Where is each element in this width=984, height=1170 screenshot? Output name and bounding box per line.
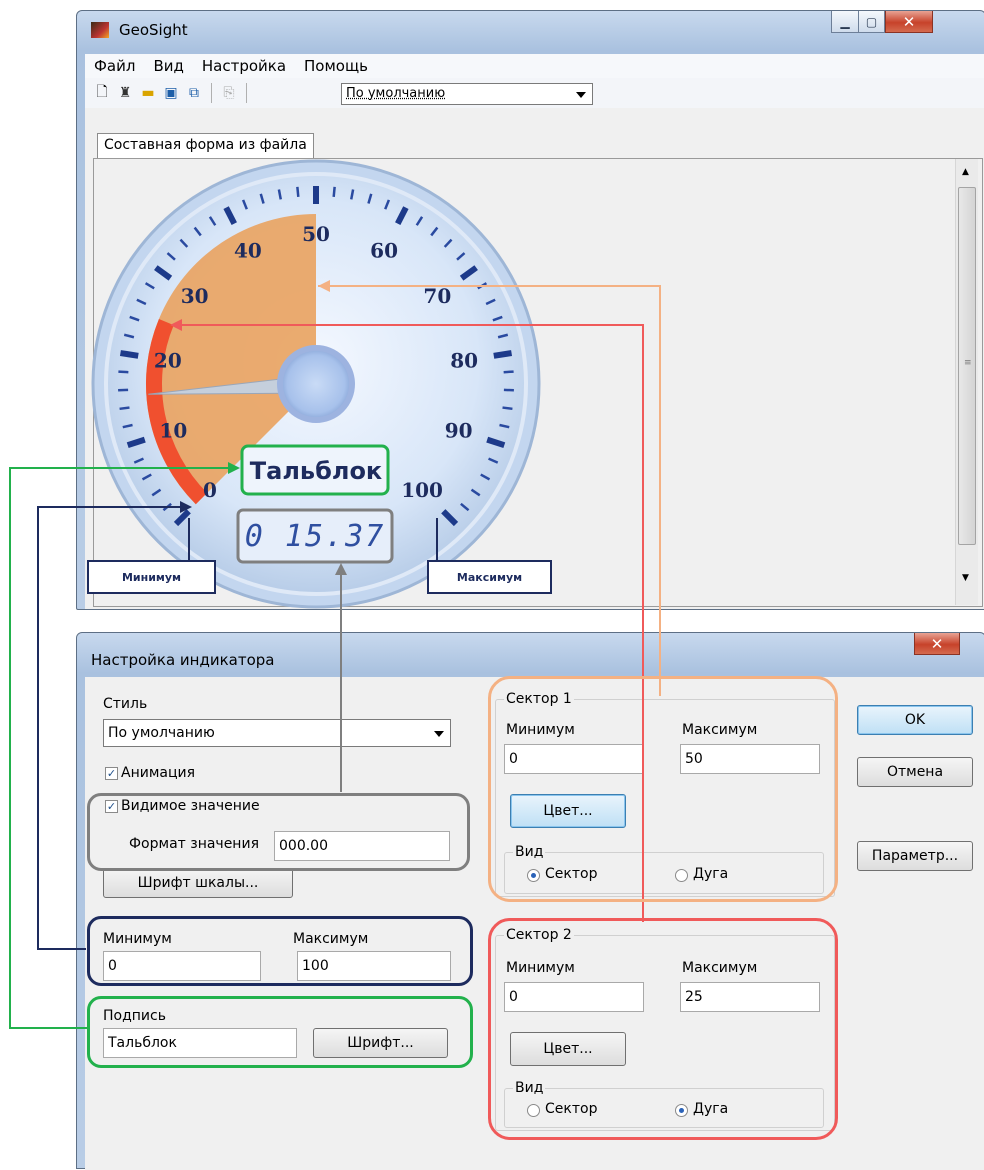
gauge-tick-label: 20 <box>154 349 182 373</box>
gauge-minor-tick <box>120 408 130 409</box>
gauge-tick-label: 50 <box>302 222 330 246</box>
caption-annotation <box>87 996 473 1068</box>
gauge-caption: Тальблок <box>250 457 382 485</box>
minmax-annotation <box>87 916 473 986</box>
gauge-tick-label: 70 <box>423 284 451 308</box>
gauge-tick-label: 60 <box>370 238 398 262</box>
min-callout: Минимум <box>87 560 216 594</box>
gauge-tick-label: 100 <box>401 478 443 502</box>
max-callout: Максимум <box>427 560 552 594</box>
gauge-minor-tick <box>503 408 513 409</box>
sector1-annotation <box>488 676 838 902</box>
gauge-hub <box>280 348 352 420</box>
gauge-tick-label: 30 <box>181 284 209 308</box>
sector2-annotation <box>488 918 838 1140</box>
visible-value-annotation <box>87 793 470 871</box>
gauge-tick-label: 80 <box>450 349 478 373</box>
gauge-tick-label: 40 <box>234 238 262 262</box>
gauge-minor-tick <box>504 372 514 373</box>
digital-value: 0 15.37 <box>245 519 385 554</box>
gauge-tick-label: 0 <box>203 478 217 502</box>
gauge-minor-tick <box>297 187 298 197</box>
gauge-minor-tick <box>334 187 335 197</box>
gauge-tick-label: 10 <box>159 418 187 442</box>
gauge-tick-label: 90 <box>445 418 473 442</box>
gauge-major-tick <box>494 353 512 356</box>
gauge-minor-tick <box>118 372 128 373</box>
gauge-major-tick <box>120 353 138 356</box>
